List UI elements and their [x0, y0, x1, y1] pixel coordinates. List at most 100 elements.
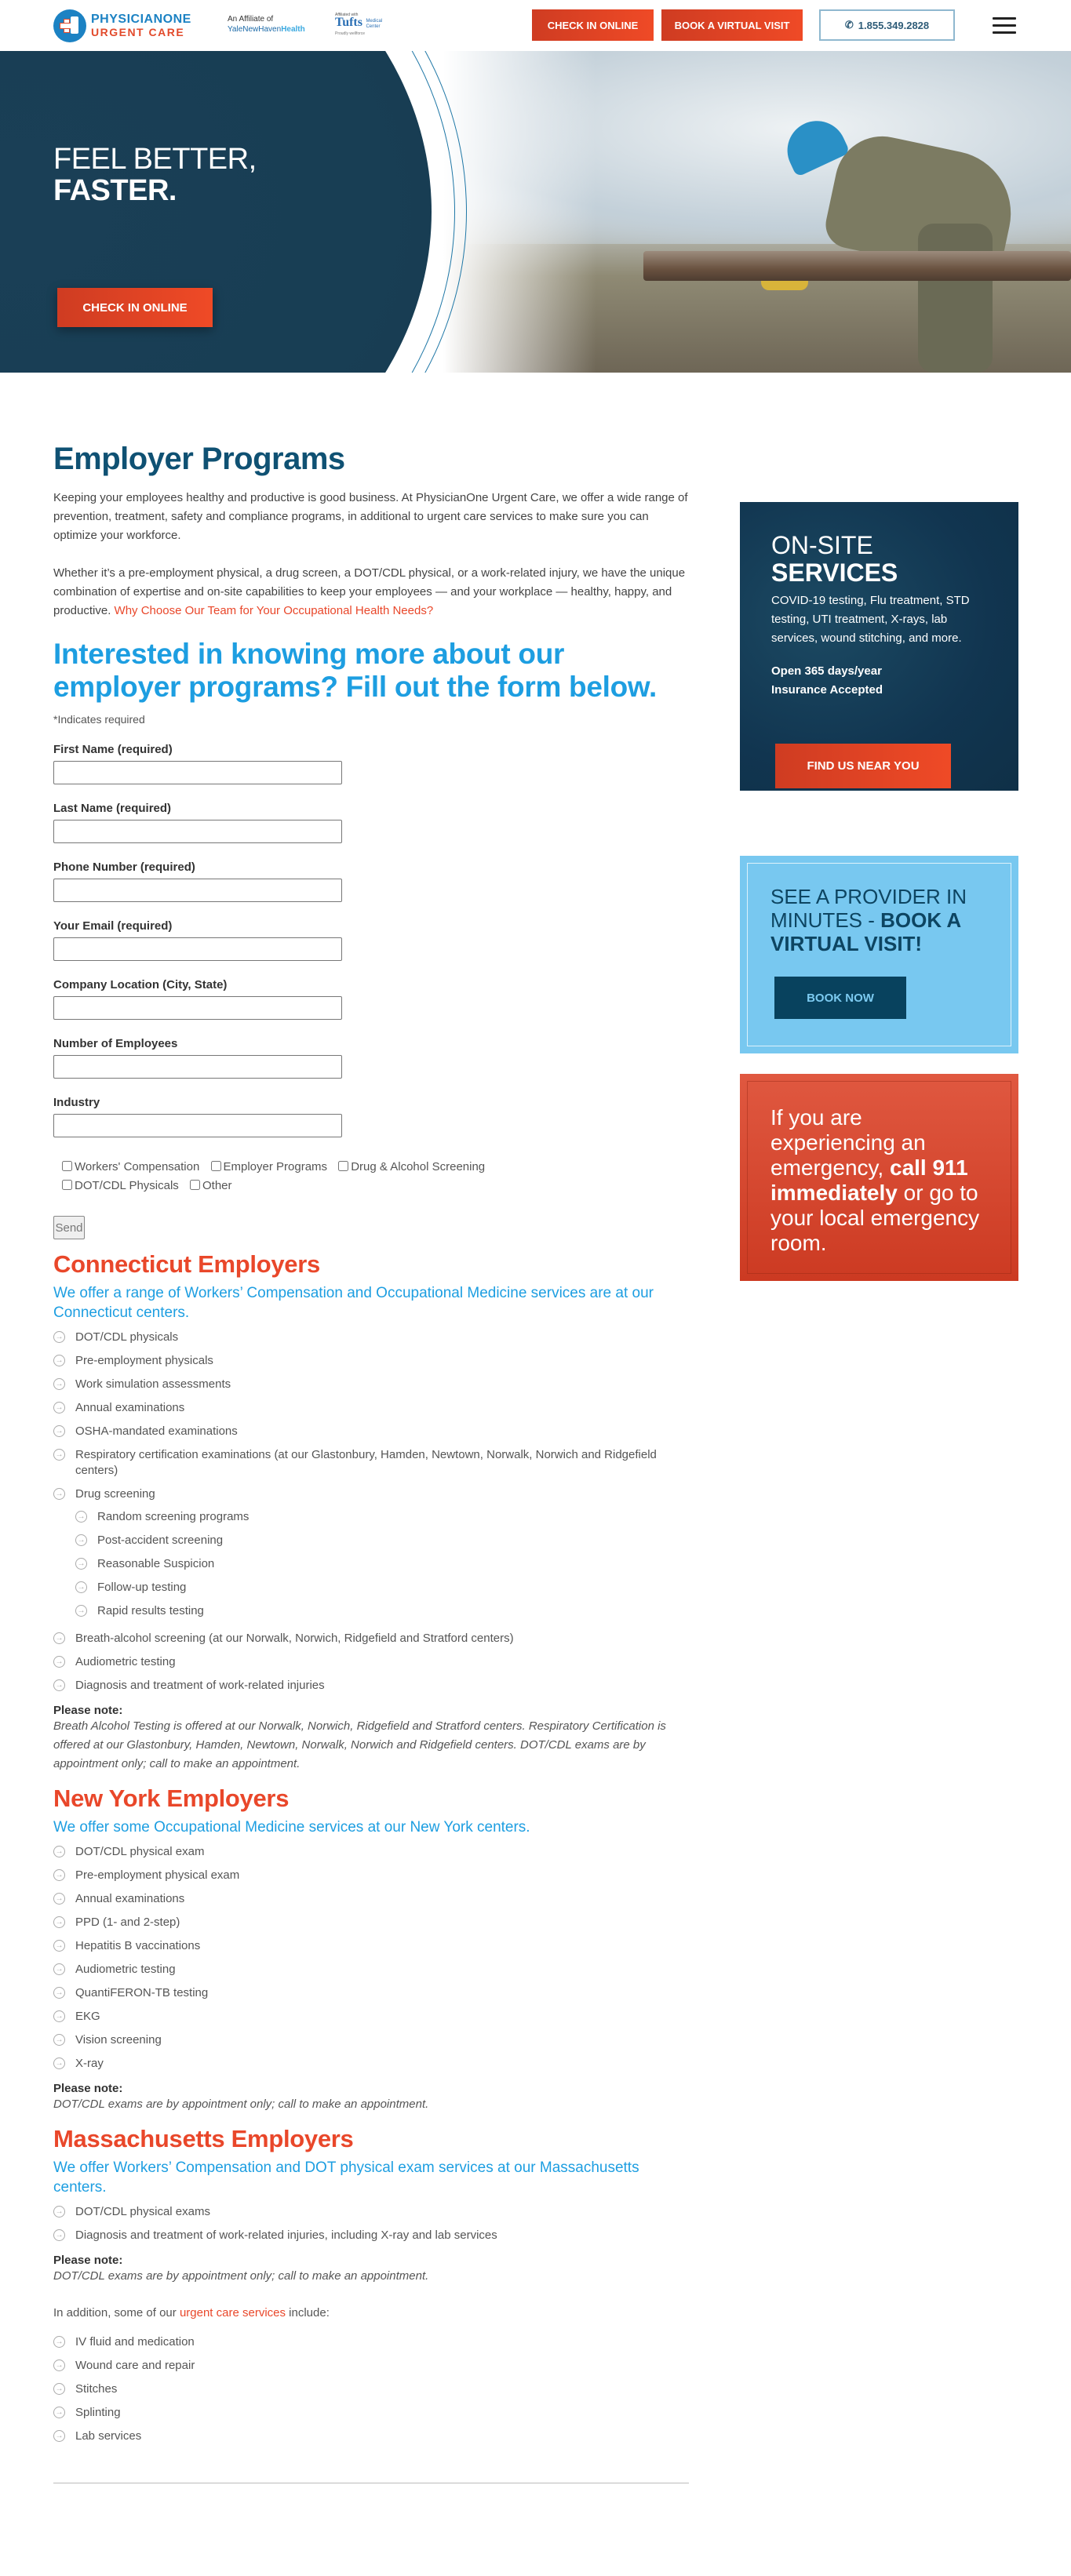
list-item-text: Drug screening [75, 1487, 155, 1501]
list-item-text: Audiometric testing [75, 1963, 176, 1976]
number-of-employees-input[interactable] [53, 1055, 342, 1079]
arrow-circle-icon: → [53, 2010, 65, 2022]
service-list: → DOT/CDL physicals → Pre-employment physic… [53, 1326, 689, 1697]
employer-form: First Name (required) Last Name (require… [53, 743, 689, 1239]
first-name-input[interactable] [53, 761, 342, 784]
affiliate-health: Health [281, 25, 305, 34]
section-title: New York Employers [53, 1785, 290, 1812]
note-heading: Please note: [53, 2254, 123, 2267]
company-location-input[interactable] [53, 996, 342, 1020]
arrow-circle-icon: → [53, 1425, 65, 1437]
additional-suffix: include: [286, 2306, 330, 2319]
phone-number-input[interactable] [53, 879, 342, 902]
field-label: Phone Number (required) [53, 860, 195, 874]
header-check-in-button[interactable]: CHECK IN ONLINE [532, 9, 654, 41]
list-item-text: IV fluid and medication [75, 2335, 195, 2349]
checkbox-label: Other [202, 1179, 232, 1192]
list-item: → DOT/CDL physicals [53, 1326, 689, 1349]
arrow-circle-icon: → [53, 1869, 65, 1881]
field-label: Last Name (required) [53, 802, 172, 815]
note-heading: Please note: [53, 2082, 123, 2095]
list-item-text: Pre-employment physicals [75, 1354, 213, 1367]
arrow-circle-icon: → [53, 1355, 65, 1366]
massachusetts-section: Massachusetts Employers We offer Workers… [53, 2122, 689, 2286]
checkbox[interactable] [338, 1161, 349, 1171]
list-item: → Audiometric testing [53, 1650, 689, 1674]
arrow-circle-icon: → [53, 1402, 65, 1414]
send-button[interactable]: Send [53, 1216, 85, 1239]
checkbox-employer-programs[interactable]: Employer Programs [210, 1160, 327, 1173]
list-item: → Breath-alcohol screening (at our Norwal… [53, 1627, 689, 1650]
list-item: → Random screening programs [75, 1505, 689, 1529]
checkbox[interactable] [189, 1180, 200, 1190]
arrow-circle-icon: → [53, 2383, 65, 2395]
emergency-text: If you are experiencing an emergency, ca… [770, 1105, 988, 1256]
checkbox[interactable] [62, 1161, 72, 1171]
list-item-text: Pre-employment physical exam [75, 1868, 240, 1882]
arrow-circle-icon: → [53, 2407, 65, 2418]
checkbox[interactable] [62, 1180, 72, 1190]
emergency-card: If you are experiencing an emergency, ca… [740, 1074, 1018, 1281]
why-choose-link[interactable]: Why Choose Our Team for Your Occupationa… [115, 604, 434, 617]
yale-affiliate-logo[interactable]: An Affiliate of YaleNewHavenHealth [228, 14, 305, 35]
arrow-circle-icon: → [53, 2034, 65, 2046]
checkbox-dot-cdl[interactable]: DOT/CDL Physicals [62, 1179, 179, 1192]
hero-check-in-button[interactable]: CHECK IN ONLINE [57, 288, 213, 327]
list-item: → Annual examinations [53, 1887, 689, 1911]
arrow-circle-icon: → [53, 1916, 65, 1928]
list-item-text: Vision screening [75, 2033, 162, 2047]
arrow-circle-icon: → [53, 1656, 65, 1668]
list-item: → Vision screening [53, 2028, 689, 2052]
onsite-description: COVID-19 testing, Flu treatment, STD tes… [771, 594, 970, 645]
field-label: Number of Employees [53, 1037, 178, 1050]
list-item: → DOT/CDL physical exam [53, 1840, 689, 1864]
urgent-care-services-link[interactable]: urgent care services [180, 2306, 286, 2319]
arrow-circle-icon: → [53, 2229, 65, 2241]
checkbox-label: Workers' Compensation [75, 1160, 200, 1173]
industry-input[interactable] [53, 1114, 342, 1137]
drug-screening-sublist: → Random screening programs → Post-accident… [75, 1505, 689, 1623]
list-item: → QuantiFERON-TB testing [53, 1981, 689, 2005]
tufts-affiliate-logo[interactable]: Affiliated with Tufts Medical Center Prou… [335, 11, 382, 38]
arrow-circle-icon: → [53, 2360, 65, 2371]
list-item: → Pre-employment physical exam [53, 1864, 689, 1887]
list-item-text: DOT/CDL physical exam [75, 1845, 205, 1858]
arrow-circle-icon: → [75, 1581, 87, 1593]
section-subtitle: We offer Workers’ Compensation and DOT p… [53, 2159, 639, 2196]
tufts-medical: Medical [366, 19, 383, 24]
checkbox-label: Drug & Alcohol Screening [351, 1160, 486, 1173]
virtual-visit-card: SEE A PROVIDER IN MINUTES - BOOK A VIRTU… [740, 856, 1018, 1053]
checkbox-workers-comp[interactable]: Workers' Compensation [62, 1160, 199, 1173]
physicianone-logo[interactable]: PHYSICIANONE URGENT CARE [53, 9, 191, 42]
list-item: → Work simulation assessments [53, 1373, 689, 1396]
intro-paragraph: Keeping your employees healthy and produ… [53, 491, 688, 542]
checkbox-drug-alcohol[interactable]: Drug & Alcohol Screening [338, 1160, 485, 1173]
list-item: → DOT/CDL physical exams [53, 2200, 689, 2224]
book-now-button[interactable]: BOOK NOW [774, 977, 906, 1019]
hero-title-line2: FASTER. [53, 174, 177, 207]
list-item-text: Hepatitis B vaccinations [75, 1939, 201, 1952]
header-phone-button[interactable]: ✆ 1.855.349.2828 [819, 9, 955, 41]
checkbox-other[interactable]: Other [189, 1179, 232, 1192]
insurance-accepted: Insurance Accepted [771, 683, 883, 697]
note-text: DOT/CDL exams are by appointment only; c… [53, 2098, 429, 2111]
site-header: PHYSICIANONE URGENT CARE An Affiliate of… [0, 0, 1071, 51]
last-name-input[interactable] [53, 820, 342, 843]
checkbox[interactable] [210, 1161, 221, 1171]
header-virtual-visit-button[interactable]: BOOK A VIRTUAL VISIT [661, 9, 803, 41]
section-title: Connecticut Employers [53, 1250, 320, 1278]
interest-checkboxes: Workers' Compensation Employer Programs … [62, 1158, 627, 1195]
list-item-text: Lab services [75, 2429, 142, 2443]
list-item: → Drug screening → Random screening program… [53, 1483, 689, 1627]
list-item-text: Audiometric testing [75, 1655, 176, 1668]
arrow-circle-icon: → [53, 1940, 65, 1952]
hamburger-menu-icon[interactable] [993, 17, 1016, 36]
affiliate-label: An Affiliate of [228, 15, 274, 24]
form-heading: Interested in knowing more about our emp… [53, 638, 657, 703]
list-item-text: Follow-up testing [97, 1581, 187, 1594]
email-input[interactable] [53, 937, 342, 961]
list-item: → Post-accident screening [75, 1529, 689, 1552]
note-text: Breath Alcohol Testing is offered at our… [53, 1719, 666, 1770]
list-item: → Stitches [53, 2378, 689, 2401]
find-us-near-you-button[interactable]: FIND US NEAR YOU [775, 744, 951, 788]
